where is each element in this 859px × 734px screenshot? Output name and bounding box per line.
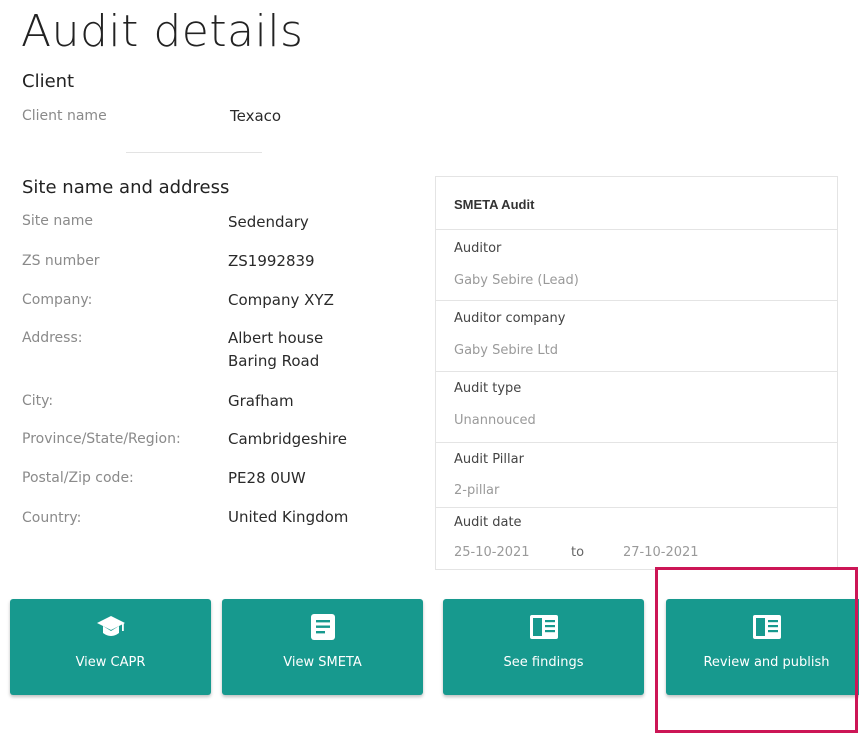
zs-number-value: ZS1992839 [228, 252, 315, 270]
site-name-label: Site name [22, 213, 94, 229]
auditor-row: Auditor Gaby Sebire (Lead) [436, 230, 837, 301]
audit-pillar-value: 2-pillar [454, 483, 500, 498]
address-line2: Baring Road [228, 352, 320, 370]
client-name-label: Client name [22, 108, 107, 124]
auditor-label: Auditor [454, 241, 502, 256]
auditor-company-row: Auditor company Gaby Sebire Ltd [436, 301, 837, 372]
auditor-value: Gaby Sebire (Lead) [454, 273, 579, 288]
audit-type-value: Unannouced [454, 413, 536, 428]
audit-date-label: Audit date [454, 515, 522, 530]
auditor-company-label: Auditor company [454, 311, 566, 326]
page-title: Audit details [21, 6, 304, 57]
region-label: Province/State/Region: [22, 431, 181, 447]
graduation-cap-icon [96, 613, 126, 641]
company-value: Company XYZ [228, 291, 334, 309]
audit-panel-title: SMETA Audit [454, 197, 535, 212]
company-label: Company: [22, 292, 93, 308]
postal-code-label: Postal/Zip code: [22, 470, 134, 486]
see-findings-label: See findings [503, 655, 584, 670]
audit-type-row: Audit type Unannouced [436, 372, 837, 443]
highlight-frame [655, 567, 858, 733]
site-name-value: Sedendary [228, 213, 309, 231]
client-heading: Client [22, 71, 75, 92]
address-line1: Albert house [228, 329, 324, 347]
address-label: Address: [22, 330, 83, 346]
audit-date-row: Audit date 25-10-2021 to 27-10-2021 [436, 508, 837, 568]
divider [126, 152, 262, 153]
view-capr-button[interactable]: View CAPR [10, 599, 211, 695]
audit-date-separator: to [571, 545, 585, 560]
audit-panel: SMETA Audit Auditor Gaby Sebire (Lead) A… [435, 176, 838, 570]
audit-pillar-label: Audit Pillar [454, 452, 524, 467]
audit-panel-header: SMETA Audit [436, 177, 837, 230]
auditor-company-value: Gaby Sebire Ltd [454, 343, 559, 358]
document-icon [308, 613, 338, 641]
country-value: United Kingdom [228, 508, 349, 526]
view-smeta-button[interactable]: View SMETA [222, 599, 423, 695]
region-value: Cambridgeshire [228, 430, 347, 448]
city-label: City: [22, 393, 54, 409]
zs-number-label: ZS number [22, 253, 100, 269]
audit-date-from: 25-10-2021 [454, 545, 530, 560]
client-name-value: Texaco [230, 107, 282, 125]
site-heading: Site name and address [22, 177, 230, 198]
audit-type-label: Audit type [454, 381, 522, 396]
audit-pillar-row: Audit Pillar 2-pillar [436, 443, 837, 508]
view-capr-label: View CAPR [75, 655, 146, 670]
see-findings-button[interactable]: See findings [443, 599, 644, 695]
postal-code-value: PE28 0UW [228, 469, 306, 487]
city-value: Grafham [228, 392, 294, 410]
view-smeta-label: View SMETA [283, 655, 362, 670]
audit-date-to: 27-10-2021 [623, 545, 699, 560]
book-icon [529, 613, 559, 641]
country-label: Country: [22, 510, 82, 526]
